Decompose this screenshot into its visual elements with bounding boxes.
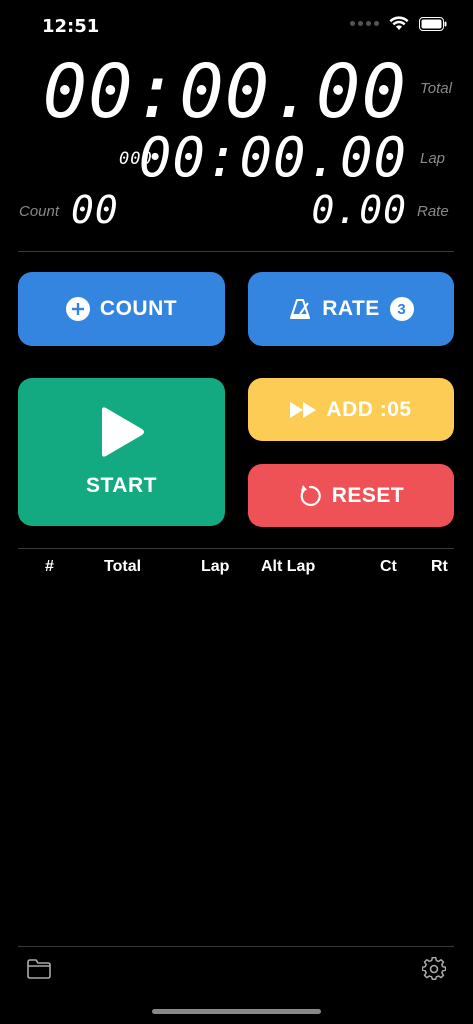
rate-display: 0.00 (311, 188, 407, 232)
reset-button[interactable]: RESET (248, 464, 454, 527)
column-header-number: # (45, 558, 54, 575)
status-time: 12:51 (42, 16, 100, 37)
lap-time-display: 00:00.00 (138, 126, 407, 189)
add-button-label: ADD :05 (326, 397, 412, 421)
gear-icon[interactable] (422, 957, 446, 981)
play-icon (98, 406, 146, 464)
signal-icon (350, 21, 379, 26)
status-bar: 12:51 (0, 0, 473, 50)
count-display: 00 (71, 188, 119, 232)
bottom-toolbar (0, 956, 473, 986)
rate-button-label: RATE (322, 297, 380, 320)
lap-label: Lap (420, 150, 446, 167)
fast-forward-icon (290, 401, 317, 418)
folder-icon[interactable] (27, 959, 51, 979)
total-time-display: 00:00.00 (42, 49, 407, 135)
total-label: Total (420, 80, 452, 97)
add-time-button[interactable]: ADD :05 (248, 378, 454, 441)
rate-button[interactable]: RATE 3 (248, 272, 454, 346)
home-indicator (152, 1009, 321, 1014)
count-button-label: COUNT (99, 297, 178, 320)
metronome-icon (288, 297, 312, 321)
table-divider (18, 548, 454, 549)
reset-button-label: RESET (331, 483, 405, 507)
start-button[interactable]: START (18, 378, 225, 526)
reset-icon (298, 484, 322, 508)
start-button-label: START (86, 474, 157, 497)
bottom-divider (18, 946, 454, 947)
status-icons (350, 16, 447, 31)
battery-icon (419, 16, 447, 31)
count-button[interactable]: COUNT (18, 272, 225, 346)
plus-circle-icon (65, 297, 90, 321)
column-header-rate: Rt (431, 558, 448, 575)
column-header-total: Total (104, 558, 142, 575)
wifi-icon (389, 16, 409, 30)
lap-table-header: # Total Lap Alt Lap Ct Rt (0, 558, 473, 578)
column-header-count: Ct (380, 558, 397, 575)
column-header-lap: Lap (201, 558, 230, 575)
rate-badge: 3 (389, 297, 414, 321)
rate-label: Rate (417, 203, 449, 220)
column-header-alt-lap: Alt Lap (261, 558, 316, 575)
count-label: Count (19, 203, 60, 220)
top-divider (18, 251, 454, 252)
